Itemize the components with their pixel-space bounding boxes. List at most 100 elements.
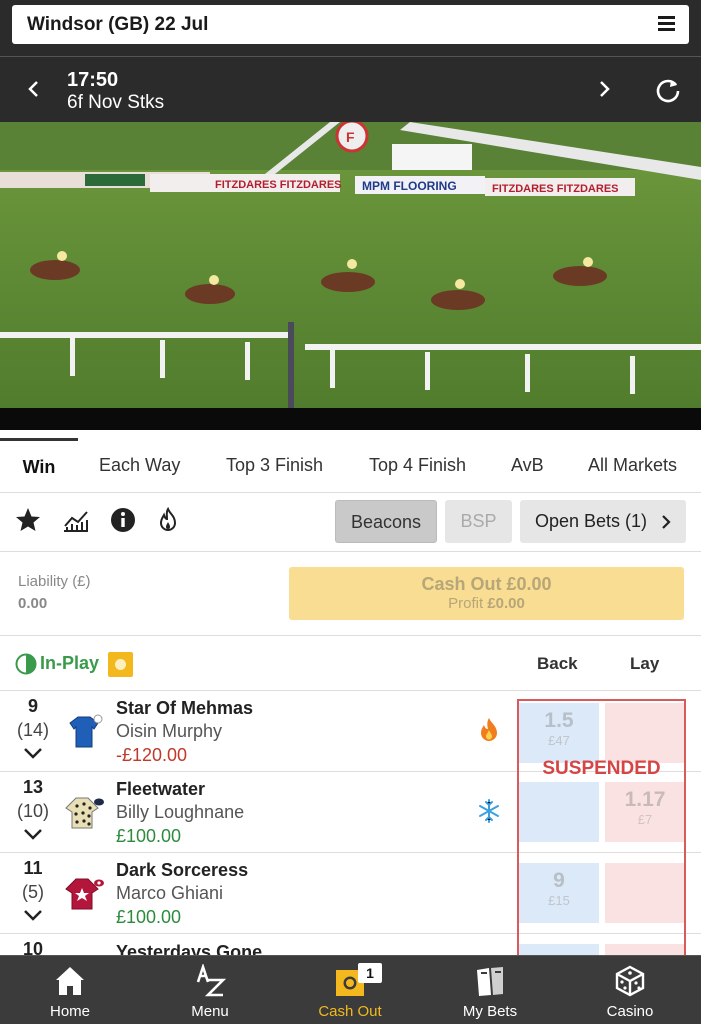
nav-my-bets[interactable]: My Bets [420,956,560,1024]
back-odds: 1.5 [544,709,574,732]
nav-label: My Bets [462,1003,518,1020]
runner-name: Yesterdays Gone [116,942,263,955]
video-frame: F FITZDARES FITZDARES MPM FLOORING FITZD… [0,122,701,430]
jockey-name: Marco Ghiani [116,883,224,903]
nav-label: Casino [606,1003,654,1020]
runner-profit-loss: -£120.00 [116,745,188,765]
flame-icon[interactable] [154,506,182,534]
venue-selector[interactable]: Windsor (GB) 22 Jul [12,5,689,44]
market-toolbar: Beacons BSP Open Bets (1) [0,494,701,552]
market-tabs: Win Each Way Top 3 Finish Top 4 Finish A… [0,438,701,493]
runner-draw: (5) [22,882,44,902]
market-header: In-Play Back Lay [0,636,701,691]
tab-label: AvB [511,455,544,475]
tab-all-markets[interactable]: All Markets [588,438,677,493]
runner-number: 10 [22,939,44,955]
jockey-name: Oisin Murphy [116,721,223,741]
cash-out-profit: Profit £0.00 [289,595,684,612]
runner-name: Dark Sorceress [116,860,249,880]
back-stake: £47 [548,733,570,748]
hamburger-icon[interactable] [658,16,675,32]
banner-text-2: MPM FLOORING [362,179,457,193]
nav-casino[interactable]: Casino [560,956,700,1024]
runner-profit-loss: £100.00 [116,907,182,927]
runner-row[interactable]: 13 (10) Fleetwater Billy Loughnane £100.… [0,772,701,853]
chevron-down-icon[interactable] [22,827,44,841]
az-icon [196,964,227,997]
chart-icon[interactable] [62,506,90,534]
flame-icon [481,718,497,741]
home-icon [56,967,84,995]
back-price[interactable] [519,944,599,955]
profit-label: Profit [448,595,484,612]
tab-win[interactable]: Win [0,438,78,493]
banner-text-1: FITZDARES FITZDARES [215,179,342,191]
nav-label: Cash Out [318,1003,382,1020]
track-marker: F [346,129,355,145]
tab-label: All Markets [588,455,678,475]
lay-price[interactable] [605,944,685,955]
jockey-silk [65,797,104,829]
cash-out-title: Cash Out £0.00 [421,574,552,594]
nav-cash-out[interactable]: 1 Cash Out [280,956,420,1024]
chevron-left-icon[interactable] [22,77,46,101]
open-bets-label: Open Bets (1) [535,511,648,531]
back-price[interactable] [519,782,599,842]
beacons-button[interactable]: Beacons [335,500,437,543]
back-stake: £15 [548,893,570,908]
runner-row[interactable]: 11 (5) Dark Sorceress Marco Ghiani £100.… [0,853,701,934]
info-icon[interactable] [109,506,137,534]
dice-icon [615,965,645,997]
runner-number: 9 [27,696,38,716]
mybets-icon [477,967,503,996]
open-bets-button[interactable]: Open Bets (1) [520,500,686,543]
chevron-down-icon[interactable] [22,746,44,760]
live-video[interactable]: F FITZDARES FITZDARES MPM FLOORING FITZD… [0,122,701,430]
tab-label: Each Way [99,455,181,475]
chevron-right-icon[interactable] [592,77,616,101]
runner-name: Fleetwater [116,779,206,799]
tab-top-3-finish[interactable]: Top 3 Finish [226,438,323,493]
nav-home[interactable]: Home [0,956,140,1024]
nav-menu[interactable]: Menu [140,956,280,1024]
race-bar: 17:50 6f Nov Stks [0,56,701,122]
back-price[interactable]: 1.5 £47 [519,703,599,763]
cash-out-badge: 1 [358,963,382,983]
app-root: Windsor (GB) 22 Jul 17:50 6f Nov Stks F [0,0,701,1024]
lay-stake: £7 [637,812,653,827]
nav-label: Menu [191,1003,229,1020]
star-icon[interactable] [14,506,42,534]
race-name: 6f Nov Stks [67,92,165,113]
top-bar: Windsor (GB) 22 Jul [0,0,701,56]
jockey-silk [65,878,104,910]
runner-profit-loss: £100.00 [116,826,182,846]
runner-number: 11 [23,858,43,878]
lay-price[interactable]: 1.17 £7 [605,782,685,842]
lay-price[interactable] [605,703,685,763]
profit-value: £0.00 [487,595,525,612]
cash-out-button[interactable]: Cash Out £0.00 Profit £0.00 [289,567,684,620]
back-price[interactable]: 9 £15 [519,863,599,923]
back-odds: 9 [553,869,565,892]
runner-draw: (14) [16,720,49,740]
tab-label: Top 4 Finish [369,455,467,475]
liability-section: Liability (£) 0.00 Cash Out £0.00 Profit… [0,552,701,636]
lay-price[interactable] [605,863,685,923]
inplay-label: In-Play [40,653,100,673]
tab-top-4-finish[interactable]: Top 4 Finish [369,438,466,493]
cashout-icon [108,652,133,677]
tab-avb[interactable]: AvB [511,438,544,493]
bsp-button[interactable]: BSP [445,500,512,543]
jockey-name: Billy Loughnane [116,802,245,822]
liability-label: Liability (£) [18,573,91,590]
liability-value: 0.00 [18,595,48,612]
bottom-nav: Home Menu 1 Cash Out My Bets Casino [0,955,701,1024]
tab-each-way[interactable]: Each Way [99,438,180,493]
tab-label: Win [22,457,56,477]
runner-number: 13 [22,777,44,797]
refresh-icon[interactable] [654,76,682,104]
runner-row[interactable]: 10 Yesterdays Gone [0,934,701,955]
chevron-down-icon[interactable] [22,908,44,922]
bsp-label: BSP [460,511,497,531]
race-time: 17:50 [67,69,119,91]
